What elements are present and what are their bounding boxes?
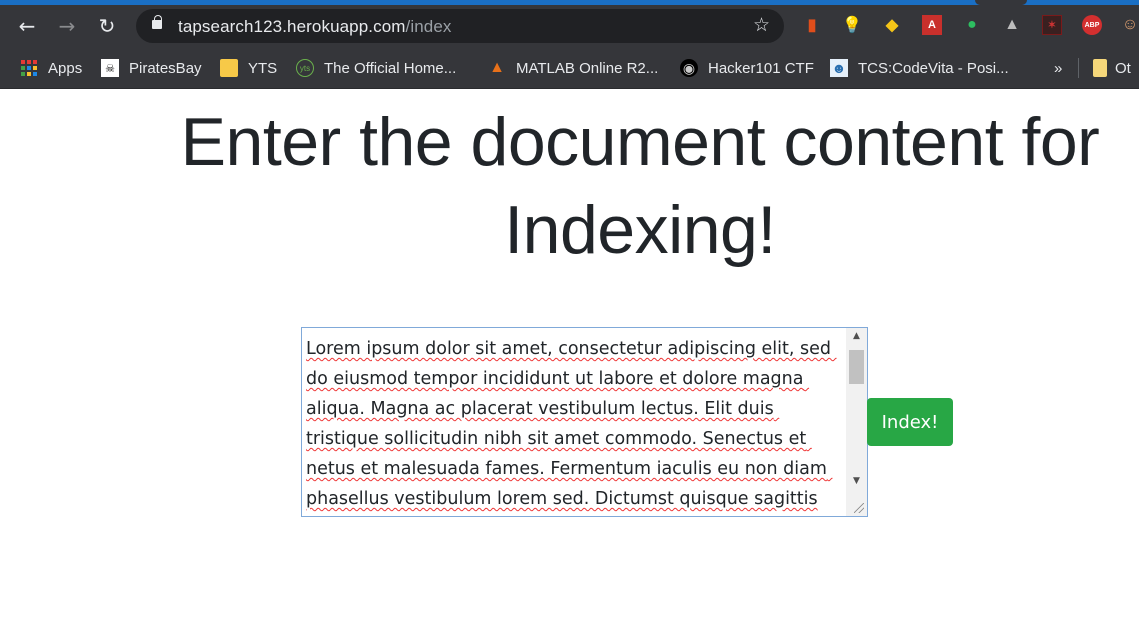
bookmark-apps[interactable]: Apps (20, 57, 82, 79)
bookmark-label: PiratesBay (129, 59, 202, 77)
document-content-textarea[interactable] (302, 328, 846, 516)
bookmarks-separator (1078, 58, 1079, 78)
apps-grid-icon (20, 59, 38, 77)
bookmark-codevita[interactable]: ☻ TCS:CodeVita - Posi... (830, 57, 1009, 79)
bookmarks-overflow-button[interactable]: » (1054, 57, 1062, 79)
bookmark-matlab[interactable]: ▲ MATLAB Online R2... (488, 57, 658, 79)
hacker101-icon: ◉ (680, 59, 698, 77)
bookmark-hacker101[interactable]: ◉ Hacker101 CTF (680, 57, 814, 79)
yts-logo-icon: yts (296, 59, 314, 77)
resize-handle-icon[interactable] (846, 495, 867, 516)
other-bookmarks[interactable]: Ot (1093, 57, 1131, 79)
back-icon[interactable]: ← (14, 13, 40, 39)
adblock-plus-extension-icon[interactable]: ABP (1082, 15, 1102, 35)
office-extension-icon[interactable]: ▮ (802, 15, 822, 35)
url-host: tapsearch123.herokuapp.com (178, 17, 406, 36)
lightbulb-extension-icon[interactable]: 💡 (842, 15, 862, 35)
bookmark-label: YTS (248, 59, 278, 77)
matlab-icon: ▲ (489, 59, 505, 76)
lock-icon (152, 15, 162, 29)
yts-icon (220, 59, 238, 77)
avatar-extension-icon[interactable]: ☺ (1120, 15, 1139, 35)
page-title: Enter the document content for Indexing! (180, 104, 1100, 268)
forward-icon[interactable]: → (54, 13, 80, 39)
index-submit-button[interactable]: Index! (867, 398, 953, 446)
address-bar[interactable]: tapsearch123.herokuapp.com/index ☆ (136, 9, 784, 43)
bookmark-label: MATLAB Online R2... (516, 59, 659, 77)
bookmark-official-home[interactable]: yts The Official Home... (296, 57, 456, 79)
google-drive-extension-icon[interactable]: ▲ (1002, 15, 1022, 35)
scrollbar-thumb[interactable] (849, 350, 864, 384)
url-path: /index (405, 17, 452, 36)
bookmark-yts[interactable]: YTS (220, 57, 277, 79)
browser-toolbar: ← → ↻ tapsearch123.herokuapp.com/index ☆… (0, 5, 1139, 46)
scroll-up-arrow-icon[interactable]: ▲ (846, 328, 867, 345)
bookmark-star-icon[interactable]: ☆ (753, 14, 770, 36)
reload-icon[interactable]: ↻ (94, 13, 120, 39)
bookmark-piratesbay[interactable]: ☠ PiratesBay (101, 57, 202, 79)
bookmark-label: Ot (1115, 59, 1131, 77)
bookmark-label: Apps (48, 59, 83, 77)
acrobat-extension-icon[interactable]: ✶ (1042, 15, 1062, 35)
evernote-extension-icon[interactable]: ● (962, 15, 982, 35)
textarea-scrollbar[interactable]: ▲ ▼ (846, 328, 867, 516)
bookmark-label: Hacker101 CTF (708, 59, 814, 77)
codevita-icon: ☻ (830, 59, 848, 77)
scroll-down-arrow-icon[interactable]: ▼ (846, 473, 867, 490)
bookmark-label: TCS:CodeVita - Posi... (858, 59, 1009, 77)
pirate-icon: ☠ (101, 59, 119, 77)
folder-icon (1093, 59, 1107, 77)
document-textarea-container: ▲ ▼ (301, 327, 868, 517)
url-text[interactable]: tapsearch123.herokuapp.com/index (178, 17, 452, 37)
bookmark-label: The Official Home... (324, 59, 457, 77)
dictionary-extension-icon[interactable]: A (922, 15, 942, 35)
python-extension-icon[interactable]: ◆ (882, 15, 902, 35)
page-content: Enter the document content for Indexing!… (0, 90, 1139, 638)
bookmarks-bar: Apps ☠ PiratesBay YTS yts The Official H… (0, 46, 1139, 89)
